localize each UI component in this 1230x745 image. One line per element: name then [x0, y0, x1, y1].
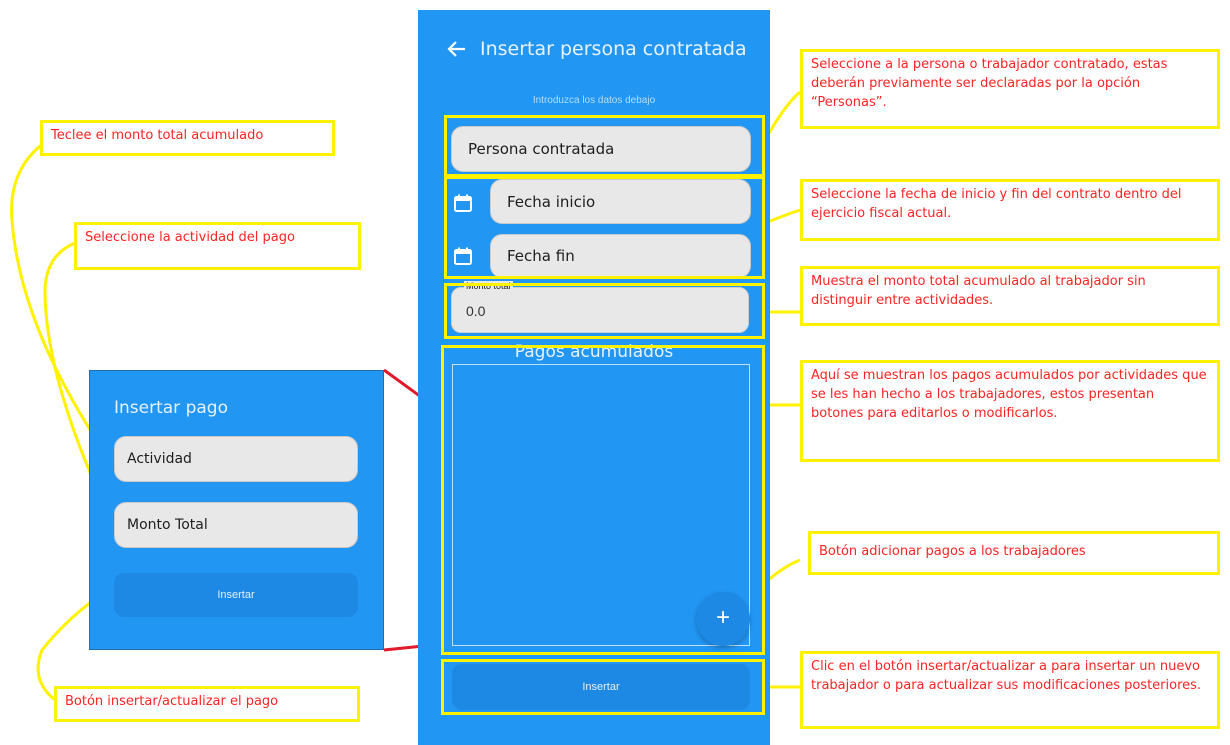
- monto-total-value: 0.0: [466, 303, 486, 319]
- note-dialog-insertar: Botón insertar/actualizar el pago: [54, 686, 360, 722]
- note-fechas: Seleccione la fecha de inicio y fin del …: [800, 179, 1220, 241]
- dialog-title: Insertar pago: [114, 398, 228, 418]
- persona-contratada-placeholder: Persona contratada: [468, 140, 615, 158]
- monto-total-dialog-field[interactable]: Monto Total: [114, 502, 358, 548]
- note-monto: Muestra el monto total acumulado al trab…: [800, 266, 1220, 326]
- calendar-icon[interactable]: [453, 193, 473, 213]
- page-title: Insertar persona contratada: [480, 38, 747, 60]
- back-arrow-icon[interactable]: [446, 38, 470, 62]
- persona-contratada-field[interactable]: Persona contratada: [451, 126, 751, 172]
- note-insertar: Clic en el botón insertar/actualizar a p…: [800, 651, 1220, 729]
- insert-button-label: Insertar: [582, 681, 620, 693]
- note-dialog-actividad: Seleccione la actividad del pago: [74, 222, 361, 270]
- calendar-icon[interactable]: [453, 246, 473, 266]
- note-fab: Botón adicionar pagos a los trabajadores: [808, 531, 1220, 575]
- fecha-inicio-placeholder: Fecha inicio: [507, 192, 596, 211]
- monto-total-field[interactable]: [451, 287, 749, 333]
- dialog-insert-button[interactable]: Insertar: [114, 573, 358, 617]
- fecha-fin-field[interactable]: Fecha fin: [490, 234, 751, 278]
- monto-total-placeholder: Monto Total: [127, 517, 208, 533]
- pagos-acumulados-title: Pagos acumulados: [514, 342, 674, 362]
- plus-icon: +: [715, 604, 730, 631]
- actividad-placeholder: Actividad: [127, 451, 192, 467]
- actividad-field[interactable]: Actividad: [114, 436, 358, 482]
- fecha-fin-placeholder: Fecha fin: [507, 247, 575, 265]
- form-hint: Introduzca los datos debajo: [532, 95, 656, 106]
- note-dialog-monto: Teclee el monto total acumulado: [40, 120, 335, 156]
- monto-total-label: Monto total: [464, 281, 513, 291]
- insert-button[interactable]: Insertar: [452, 664, 750, 710]
- add-payment-button[interactable]: +: [696, 592, 750, 646]
- note-persona: Seleccione a la persona o trabajador con…: [800, 49, 1220, 129]
- dialog-insert-label: Insertar: [217, 589, 255, 601]
- note-pagos: Aquí se muestran los pagos acumulados po…: [800, 360, 1220, 462]
- fecha-inicio-field[interactable]: Fecha inicio: [490, 179, 751, 224]
